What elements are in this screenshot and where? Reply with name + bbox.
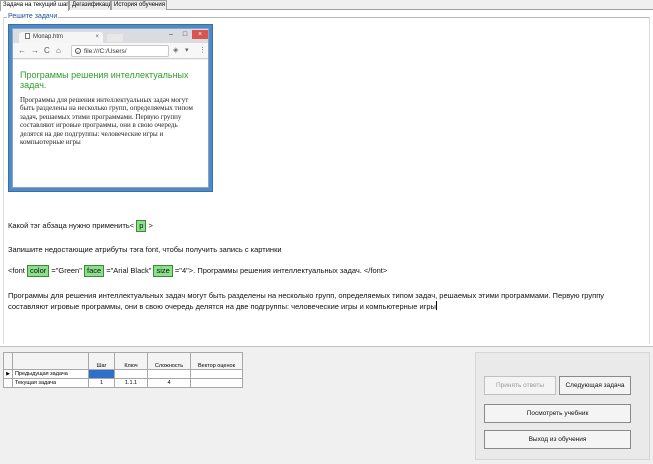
grid-cell[interactable]: 1.1.1: [114, 378, 148, 388]
font-tag-part3: ="4">. Программы решения интеллектуальны…: [174, 266, 388, 275]
answer-face-field[interactable]: face: [83, 265, 105, 278]
grid-cell[interactable]: [190, 378, 243, 388]
menu-icon: ⋮: [199, 47, 206, 54]
tab-history[interactable]: История обучения: [111, 0, 167, 10]
address-bar: i file:///C:/Users/: [71, 45, 169, 57]
task-grid: Шаг Ключ Сложность Вектор оценок ▶ Преды…: [3, 352, 243, 388]
grid-cell[interactable]: [88, 369, 115, 379]
font-tag-part1: ="Green": [51, 266, 84, 275]
font-tag-prefix: <font: [8, 266, 27, 275]
table-row[interactable]: Текущая задача 1 1.1.1 4: [3, 378, 243, 388]
grid-cell[interactable]: 4: [147, 378, 191, 388]
shield-icon: ◈: [173, 47, 179, 54]
browser-tab: Мопар.htm ×: [19, 32, 103, 43]
grid-col-step: Шаг: [88, 352, 115, 370]
page-paragraph: Программы для решения интеллектуальных з…: [20, 96, 193, 147]
question-paragraph-tag: Какой тэг абзаца нужно применить< p >: [8, 220, 153, 233]
paragraph-text: Программы для решения интеллектуальных з…: [8, 291, 605, 311]
task-picture: Мопар.htm × – □ × ← → C ⌂ i file:///C:/Us…: [8, 24, 213, 192]
font-tag-line: <font color ="Green" face ="Arial Black"…: [8, 265, 388, 278]
forward-icon: →: [31, 46, 39, 55]
grid-col-vector: Вектор оценок: [190, 352, 243, 370]
grid-cell[interactable]: 1: [88, 378, 115, 388]
answer-color-field[interactable]: color: [26, 265, 50, 278]
grid-header-row: Шаг Ключ Сложность Вектор оценок: [3, 352, 243, 370]
grid-rowheader-col: [12, 352, 89, 370]
browser-tabbar: Мопар.htm × – □ ×: [13, 29, 208, 43]
grid-corner: [3, 352, 13, 370]
grid-col-difficulty: Сложность: [147, 352, 191, 370]
exit-training-button[interactable]: Выход из обучения: [484, 430, 631, 449]
grid-col-key: Ключ: [114, 352, 148, 370]
paragraph-text-area[interactable]: Программы для решения интеллектуальных з…: [8, 290, 643, 312]
question1-text: Какой тэг абзаца нужно применить<: [8, 221, 135, 230]
reload-icon: C: [44, 46, 50, 55]
answer-p-field[interactable]: p: [136, 220, 147, 233]
tab-strip: Задача на текущий шаг Дегазификация Исто…: [0, 0, 653, 11]
close-window-icon: ×: [192, 30, 208, 39]
group-caption: Решите задачи: [7, 13, 59, 20]
row-selector: [3, 378, 13, 388]
view-textbook-button[interactable]: Посмотреть учебник: [484, 404, 631, 423]
font-tag-part2: ="Arial Black": [106, 266, 154, 275]
tab-degasification[interactable]: Дегазификация: [69, 0, 111, 10]
row-label: Предыдущая задача: [12, 369, 89, 379]
row-label: Текущая задача: [12, 378, 89, 388]
grid-cell[interactable]: [190, 369, 243, 379]
answer-size-field[interactable]: size: [153, 265, 173, 278]
grid-cell[interactable]: [114, 369, 148, 379]
cart-icon: ▾: [185, 47, 189, 54]
new-tab-icon: [107, 34, 123, 42]
accept-answers-button[interactable]: Принять ответы: [484, 376, 556, 395]
row-selector-icon: ▶: [3, 369, 13, 379]
question-font-attributes: Запишите недостающие атрибуты тэга font,…: [8, 245, 282, 254]
text-cursor: [435, 301, 437, 310]
page-icon: [25, 33, 30, 39]
close-tab-icon: ×: [95, 34, 99, 40]
maximize-icon: □: [182, 31, 188, 38]
browser-page: Программы решения интеллектуальных задач…: [13, 60, 208, 187]
home-icon: ⌂: [56, 46, 61, 55]
minimize-icon: –: [169, 31, 173, 38]
back-icon: ←: [18, 46, 26, 55]
browser-window: Мопар.htm × – □ × ← → C ⌂ i file:///C:/Us…: [12, 28, 209, 188]
tab-current-task[interactable]: Задача на текущий шаг: [0, 0, 69, 11]
address-text: file:///C:/Users/: [84, 48, 127, 55]
browser-toolbar: ← → C ⌂ i file:///C:/Users/ ◈ ▾ ⋮: [13, 43, 208, 59]
next-task-button[interactable]: Следующая задача: [559, 376, 631, 395]
table-row[interactable]: ▶ Предыдущая задача: [3, 369, 243, 379]
grid-cell[interactable]: [147, 369, 191, 379]
browser-tab-title: Мопар.htm: [33, 34, 63, 40]
info-icon: i: [75, 48, 81, 54]
question1-suffix: >: [148, 221, 153, 230]
page-heading: Программы решения интеллектуальных задач…: [20, 70, 189, 90]
